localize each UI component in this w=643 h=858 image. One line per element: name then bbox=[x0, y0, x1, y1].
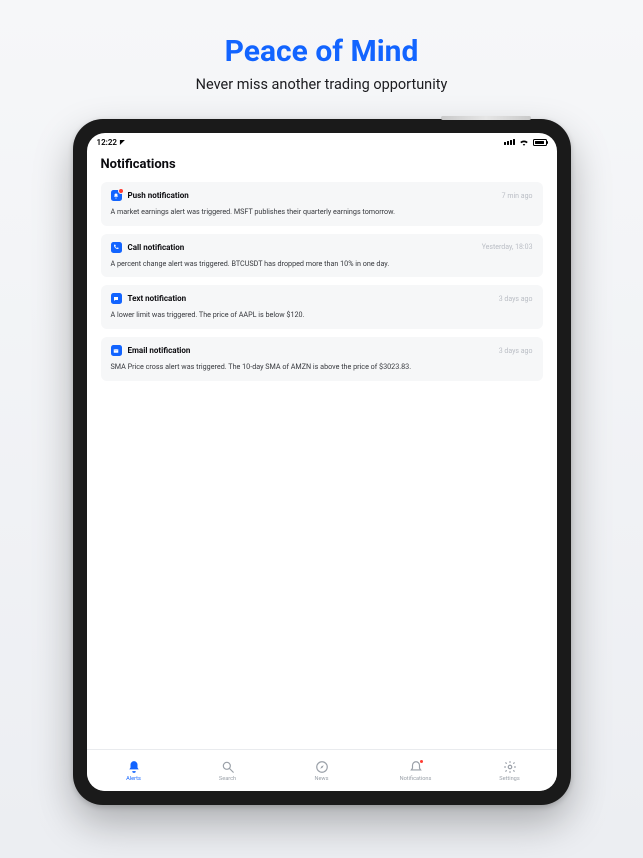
hero-subtitle: Never miss another trading opportunity bbox=[196, 76, 448, 93]
notification-title: Email notification bbox=[128, 346, 191, 355]
tab-notifications[interactable]: Notifications bbox=[369, 750, 463, 791]
notification-time: 3 days ago bbox=[499, 295, 533, 303]
notification-time: Yesterday, 18:03 bbox=[482, 243, 533, 251]
status-time: 12:22 bbox=[97, 138, 117, 147]
notification-item[interactable]: Push notification 7 min ago A market ear… bbox=[101, 182, 543, 226]
tab-news[interactable]: News bbox=[275, 750, 369, 791]
notifications-icon bbox=[409, 760, 423, 774]
tab-settings[interactable]: Settings bbox=[463, 750, 557, 791]
notification-item[interactable]: Call notification Yesterday, 18:03 A per… bbox=[101, 234, 543, 278]
tab-label: Search bbox=[219, 776, 236, 782]
status-bar: 12:22 ◤ bbox=[87, 133, 557, 151]
notification-time: 7 min ago bbox=[502, 192, 533, 200]
page-title: Notifications bbox=[101, 157, 543, 172]
hero-header: Peace of Mind Never miss another trading… bbox=[196, 34, 448, 93]
tab-label: News bbox=[314, 776, 328, 782]
notification-title: Call notification bbox=[128, 243, 185, 252]
tab-alerts[interactable]: Alerts bbox=[87, 750, 181, 791]
tab-label: Settings bbox=[499, 776, 519, 782]
notification-item[interactable]: Text notification 3 days ago A lower lim… bbox=[101, 285, 543, 329]
signal-icon bbox=[504, 139, 515, 145]
compass-icon bbox=[315, 760, 329, 774]
notification-title: Push notification bbox=[128, 191, 189, 200]
tab-label: Alerts bbox=[126, 776, 141, 782]
notification-item[interactable]: Email notification 3 days ago SMA Price … bbox=[101, 337, 543, 381]
call-notification-icon bbox=[111, 242, 122, 253]
tablet-frame: 12:22 ◤ Notifications Pu bbox=[73, 119, 571, 805]
tab-label: Notifications bbox=[400, 776, 432, 782]
notification-list: Push notification 7 min ago A market ear… bbox=[101, 182, 543, 381]
battery-icon bbox=[533, 139, 547, 146]
bell-icon bbox=[127, 760, 141, 774]
notification-body: SMA Price cross alert was triggered. The… bbox=[111, 362, 533, 372]
tab-bar: Alerts Search News Notifications Setting… bbox=[87, 749, 557, 791]
notification-title: Text notification bbox=[128, 294, 187, 303]
apple-pencil bbox=[441, 116, 531, 120]
content-area: Notifications Push notification 7 min ag… bbox=[87, 151, 557, 749]
notification-body: A lower limit was triggered. The price o… bbox=[111, 310, 533, 320]
device-screen: 12:22 ◤ Notifications Pu bbox=[87, 133, 557, 791]
email-notification-icon bbox=[111, 345, 122, 356]
search-icon bbox=[221, 760, 235, 774]
text-notification-icon bbox=[111, 293, 122, 304]
notification-time: 3 days ago bbox=[499, 347, 533, 355]
gear-icon bbox=[503, 760, 517, 774]
notification-body: A market earnings alert was triggered. M… bbox=[111, 207, 533, 217]
notification-body: A percent change alert was triggered. BT… bbox=[111, 259, 533, 269]
location-icon: ◤ bbox=[120, 139, 125, 146]
wifi-icon bbox=[519, 138, 529, 146]
push-notification-icon bbox=[111, 190, 122, 201]
tab-search[interactable]: Search bbox=[181, 750, 275, 791]
hero-title: Peace of Mind bbox=[196, 34, 448, 69]
